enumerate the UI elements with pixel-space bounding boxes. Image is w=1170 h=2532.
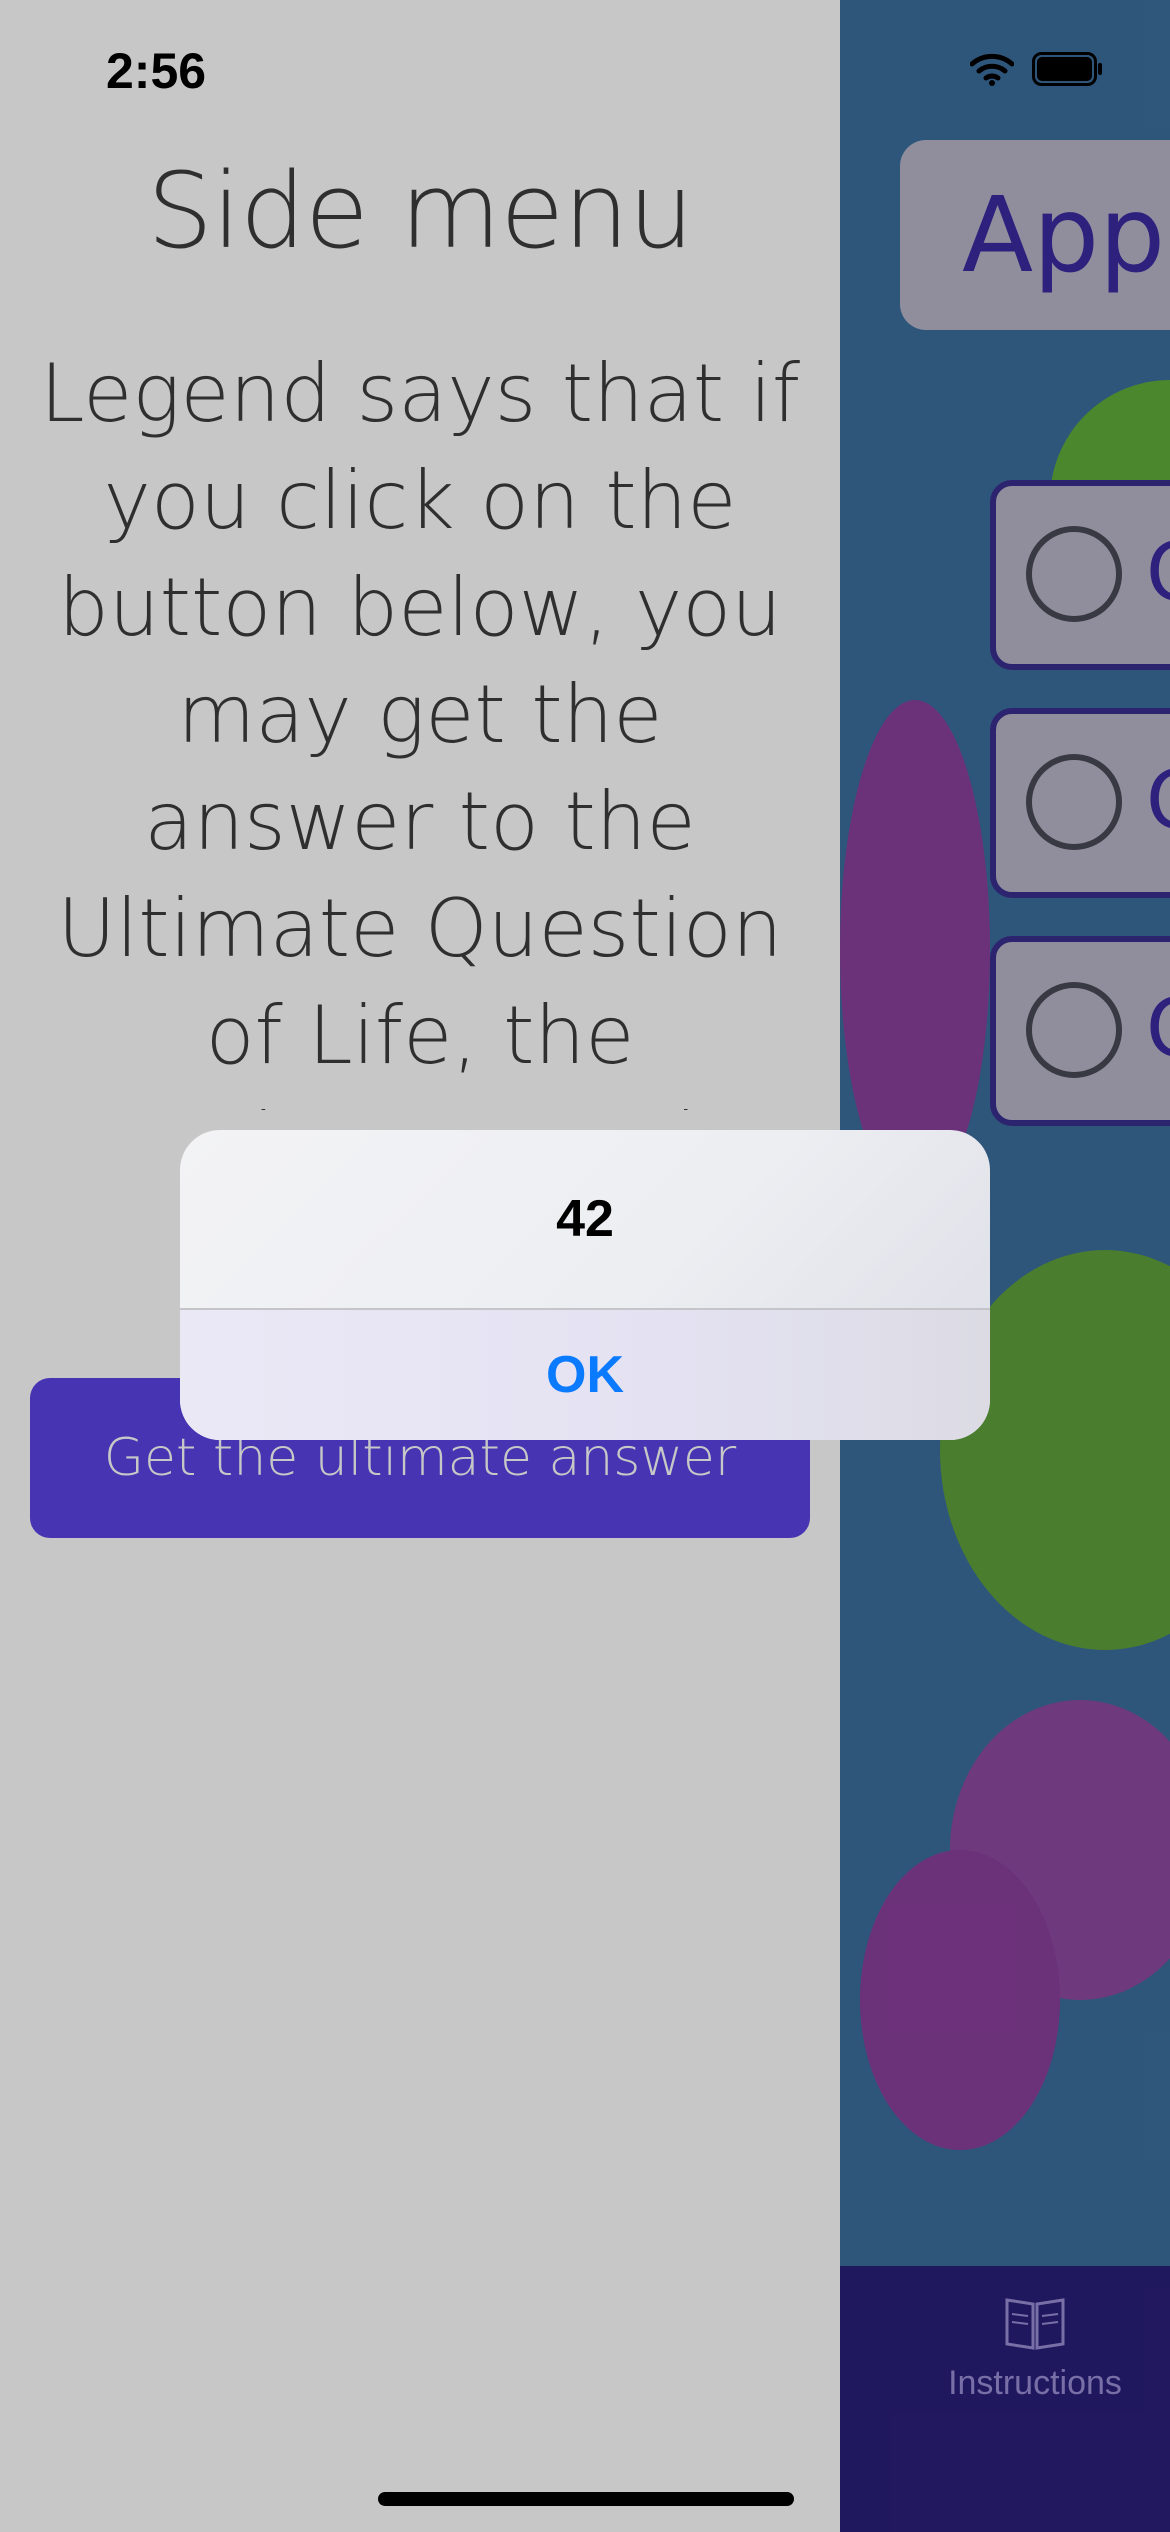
home-indicator[interactable]: [378, 2492, 794, 2506]
alert-ok-button[interactable]: OK: [180, 1310, 990, 1440]
alert-dialog: 42 OK: [180, 1130, 990, 1440]
alert-message: 42: [180, 1130, 990, 1310]
